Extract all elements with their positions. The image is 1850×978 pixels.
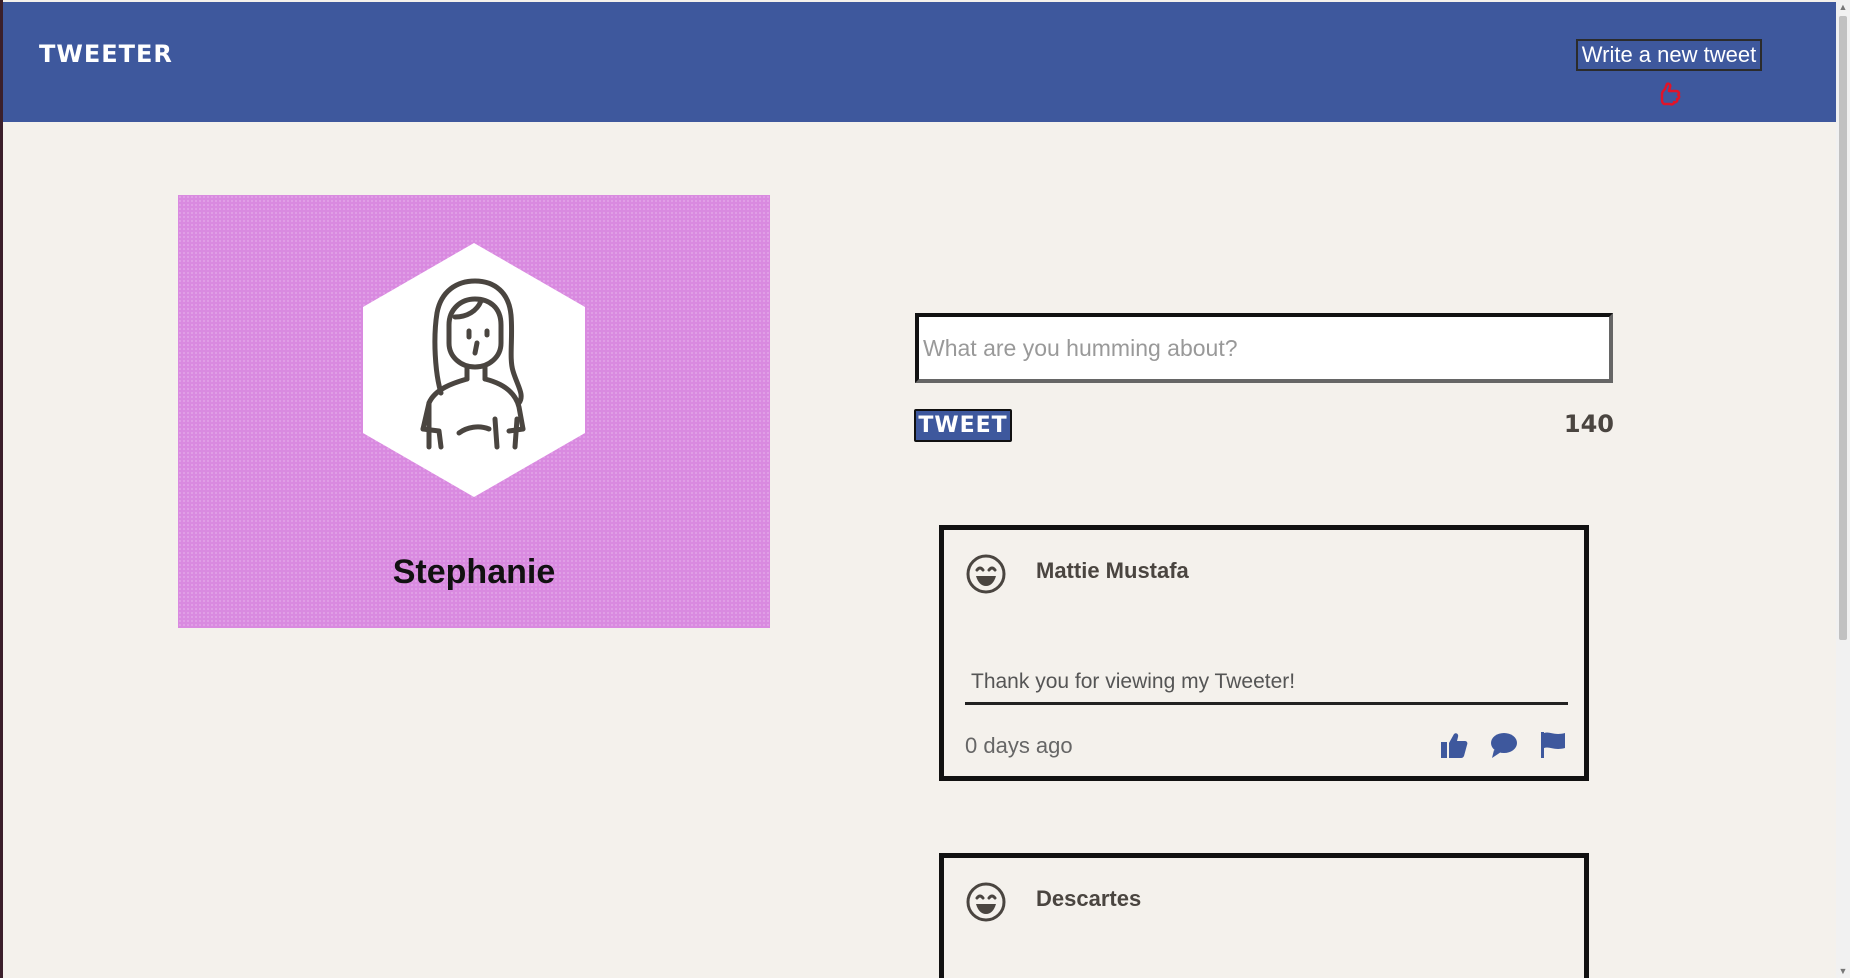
tweet-card: Mattie Mustafa Thank you for viewing my … bbox=[939, 525, 1589, 781]
brand-logo[interactable]: TWEETER bbox=[39, 40, 173, 68]
tweet-author: Mattie Mustafa bbox=[1036, 558, 1189, 583]
tweet-card: Descartes bbox=[939, 853, 1589, 978]
character-counter: 140 bbox=[1563, 410, 1614, 438]
vertical-scrollbar[interactable]: ▲ ▼ bbox=[1836, 0, 1850, 978]
comment-icon[interactable] bbox=[1489, 730, 1519, 760]
tweet-submit-button[interactable]: TWEET bbox=[914, 409, 1012, 442]
scroll-thumb[interactable] bbox=[1839, 16, 1847, 640]
profile-card: Stephanie bbox=[178, 195, 770, 628]
profile-name: Stephanie bbox=[392, 553, 556, 591]
tweet-timestamp: 0 days ago bbox=[965, 733, 1073, 758]
write-new-tweet-button[interactable]: Write a new tweet bbox=[1576, 39, 1762, 71]
tweet-input[interactable] bbox=[915, 313, 1613, 383]
top-navbar: TWEETER Write a new tweet bbox=[3, 2, 1836, 122]
window-edge bbox=[0, 0, 3, 978]
smiley-face-icon bbox=[966, 882, 1006, 922]
pointer-cursor-icon bbox=[1660, 82, 1681, 106]
thumbs-up-icon[interactable] bbox=[1439, 730, 1469, 760]
scroll-down-arrow-icon[interactable]: ▼ bbox=[1836, 964, 1850, 978]
woman-avatar-icon bbox=[363, 243, 585, 497]
scroll-up-arrow-icon[interactable]: ▲ bbox=[1836, 0, 1850, 14]
tweet-text: Thank you for viewing my Tweeter! bbox=[965, 663, 1568, 705]
flag-icon[interactable] bbox=[1538, 730, 1568, 760]
tweet-author: Descartes bbox=[1036, 886, 1142, 911]
page: TWEETER Write a new tweet ▲ ▼ Stephanie … bbox=[0, 0, 1850, 978]
smiley-face-icon bbox=[966, 554, 1006, 594]
